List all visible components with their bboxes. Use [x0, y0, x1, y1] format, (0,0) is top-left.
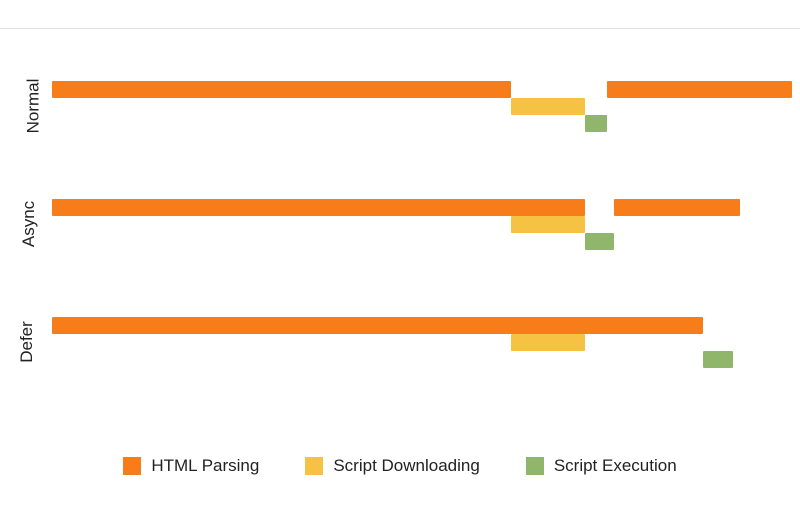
bar-html-parsing — [52, 317, 703, 334]
row-label-normal: Normal — [23, 79, 43, 134]
swatch-html-parsing — [123, 457, 141, 475]
legend-item-script-downloading: Script Downloading — [305, 456, 479, 476]
legend-item-script-execution: Script Execution — [526, 456, 677, 476]
bar-script-downloading — [511, 334, 585, 351]
bar-script-execution — [703, 351, 733, 368]
row-label-defer: Defer — [17, 321, 37, 363]
legend-label: Script Downloading — [333, 456, 479, 476]
legend: HTML Parsing Script Downloading Script E… — [0, 456, 800, 476]
row-async: Async — [0, 179, 800, 269]
bar-script-execution — [585, 233, 615, 250]
row-defer: Defer — [0, 297, 800, 387]
swatch-script-execution — [526, 457, 544, 475]
bar-html-parsing — [607, 81, 792, 98]
row-async-bars — [52, 179, 792, 269]
row-normal-bars — [52, 61, 792, 151]
row-defer-bars — [52, 297, 792, 387]
row-normal: Normal — [0, 61, 800, 151]
row-label-async: Async — [19, 201, 39, 247]
bar-script-downloading — [511, 98, 585, 115]
swatch-script-downloading — [305, 457, 323, 475]
legend-item-html-parsing: HTML Parsing — [123, 456, 259, 476]
bar-html-parsing — [52, 81, 511, 98]
bar-html-parsing — [52, 199, 585, 216]
gantt-chart: Normal Async Defer — [0, 29, 800, 409]
legend-label: HTML Parsing — [151, 456, 259, 476]
bar-script-downloading — [511, 216, 585, 233]
bar-html-parsing — [614, 199, 740, 216]
legend-label: Script Execution — [554, 456, 677, 476]
bar-script-execution — [585, 115, 607, 132]
